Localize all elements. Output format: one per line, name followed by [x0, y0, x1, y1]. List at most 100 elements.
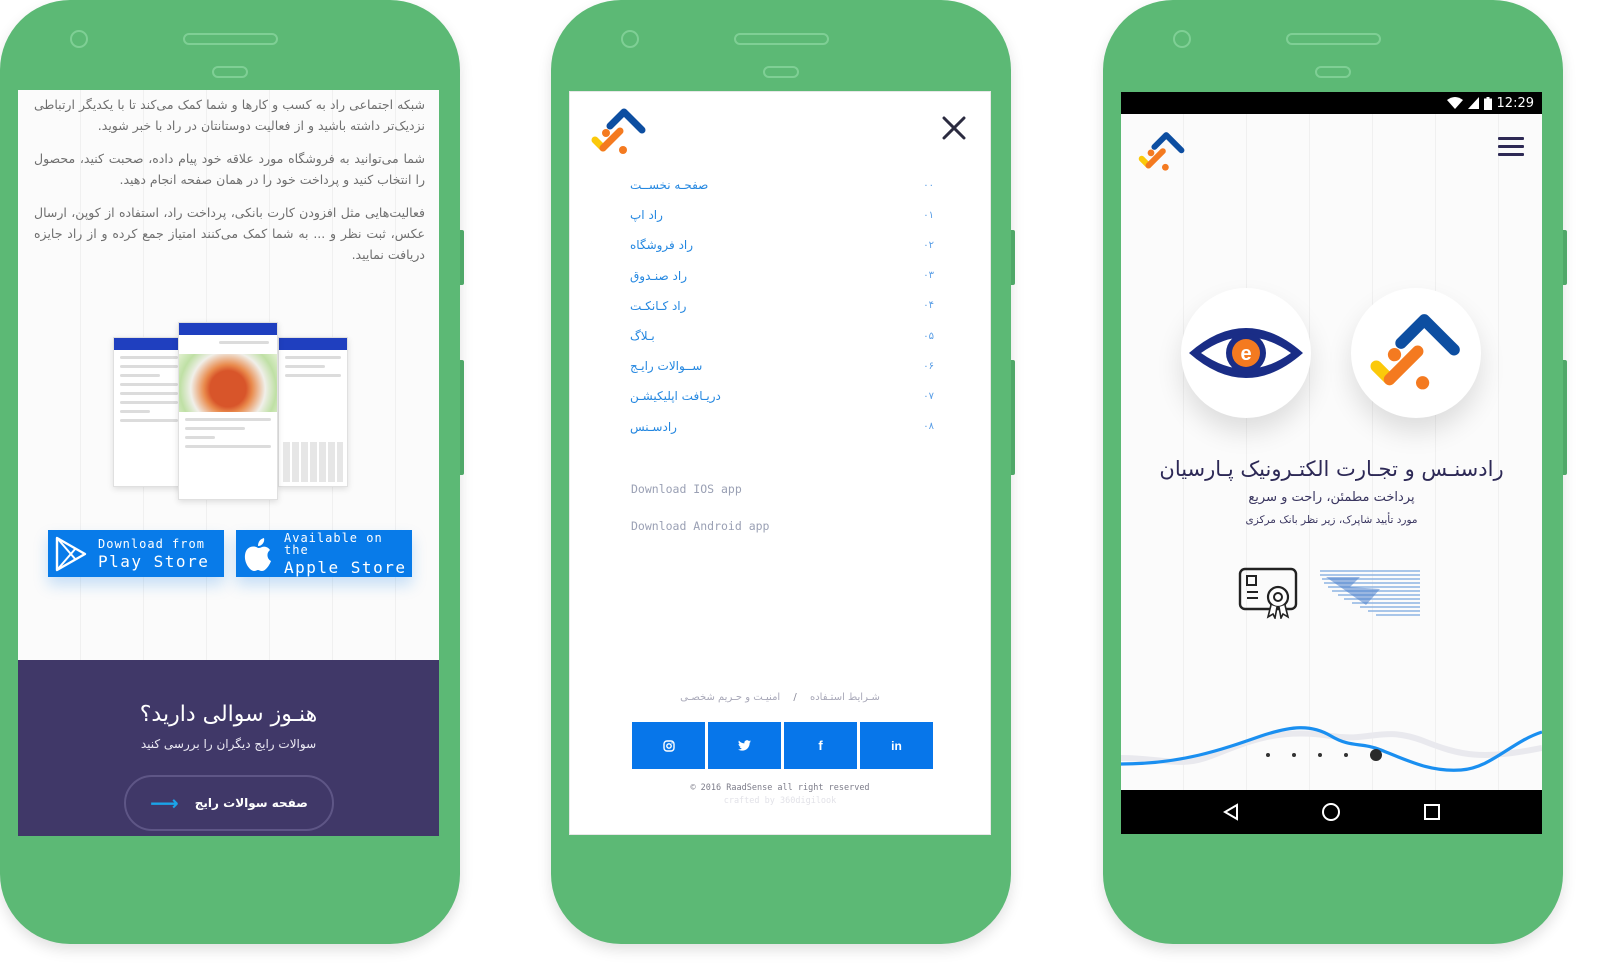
mockup-header — [279, 338, 347, 350]
menu-item-raad-fund[interactable]: راد صنـدوق ۰۳ — [630, 261, 934, 291]
faq-title: هنـوز سوالی دارید؟ — [139, 702, 318, 727]
app-screenshots — [113, 322, 348, 500]
side-button — [1563, 230, 1567, 285]
hero-note: مورد تأیید شاپرک، زیر نظر بانک مرکزی — [1245, 514, 1418, 526]
side-button — [460, 360, 464, 475]
phone-frame-1: شبکه اجتماعی راد به کسب و کارها و شما کم… — [0, 0, 464, 944]
food-image — [179, 354, 277, 412]
status-time: 12:29 — [1496, 95, 1534, 111]
raadsense-logo[interactable] — [1137, 130, 1187, 174]
speaker — [183, 33, 278, 45]
menu-item-raad-connect[interactable]: راد کـانکـت ۰۴ — [630, 291, 934, 321]
navigation-menu-screen: صفحـه نخســت ۰۰ راد اپ ۰۱ راد فروشگاه ۰۲ را… — [570, 92, 990, 834]
mockup-profile — [113, 337, 185, 487]
raadsense-logo[interactable] — [590, 106, 648, 158]
intro-paragraph: شبکه اجتماعی راد به کسب و کارها و شما کم… — [34, 97, 425, 133]
trust-badges — [1238, 567, 1420, 619]
recents-button[interactable] — [1423, 803, 1441, 821]
play-store-button[interactable]: Download from Play Store — [48, 530, 224, 577]
signal-icon — [1467, 97, 1479, 109]
back-triangle-icon — [1222, 803, 1238, 821]
faq-button-label: صفحه سوالات رایج — [194, 796, 308, 810]
shaparak-logo[interactable] — [1320, 569, 1420, 617]
camera — [1173, 30, 1191, 48]
menu-item-raad-app[interactable]: راد اپ ۰۱ — [630, 200, 934, 230]
copyright-text: © 2016 RaadSense all right reserved — [690, 783, 870, 793]
status-bar: 12:29 — [1121, 92, 1542, 114]
camera — [70, 30, 88, 48]
raadsense-circle-logo — [1351, 288, 1481, 418]
apple-store-line2: Apple Store — [284, 557, 407, 577]
mockup-header — [179, 323, 277, 335]
apple-store-button[interactable]: Available on the Apple Store — [236, 530, 412, 577]
legal-links: شـرایط استـفاده / امنیـت و حـریم شخصـی — [570, 692, 990, 703]
parsian-ecommerce-logo: e — [1181, 288, 1311, 418]
raadsense-logo-icon — [1370, 314, 1460, 390]
side-button — [1563, 360, 1567, 475]
slider-dot-active[interactable] — [1370, 749, 1382, 761]
svg-text:e: e — [1240, 343, 1251, 365]
crafted-by-text: crafted by 360digilook — [723, 796, 837, 806]
hamburger-menu-icon[interactable] — [1498, 137, 1524, 157]
facebook-icon: f — [818, 738, 823, 753]
instagram-icon — [662, 739, 675, 752]
phone-frame-2: صفحـه نخســت ۰۰ راد اپ ۰۱ راد فروشگاه ۰۲ را… — [551, 0, 1015, 944]
slider-dot[interactable] — [1318, 753, 1322, 757]
menu-item-home[interactable]: صفحـه نخســت ۰۰ — [630, 170, 934, 200]
terms-link[interactable]: شـرایط استـفاده — [810, 692, 880, 703]
slider-dot[interactable] — [1266, 753, 1270, 757]
facebook-button[interactable]: f — [784, 722, 857, 769]
menu-item-faq[interactable]: ســوالات رایـج ۰۶ — [630, 351, 934, 381]
phone-frame-3: 12:29 e رادسنـس و تجـارت الکتـرونیک پـار… — [1103, 0, 1567, 944]
android-nav-bar — [1121, 790, 1542, 834]
download-android-link[interactable]: Download Android app — [631, 519, 769, 533]
privacy-link[interactable]: امنیـت و حـریم شخصـی — [680, 692, 780, 703]
apple-store-line1: Available on the — [284, 530, 383, 557]
download-ios-link[interactable]: Download IOS app — [631, 482, 742, 496]
faq-page-button[interactable]: صفحه سوالات رایج ⟶ — [124, 775, 334, 831]
battery-icon — [1483, 96, 1492, 110]
menu-item-raad-store[interactable]: راد فروشگاه ۰۲ — [630, 230, 934, 260]
speaker — [1286, 33, 1381, 45]
sensor — [763, 66, 799, 78]
mockup-feed — [178, 322, 278, 500]
mockup-keyboard — [283, 442, 343, 482]
recents-square-icon — [1424, 804, 1441, 820]
eye-e-icon: e — [1189, 328, 1303, 378]
menu-item-download-app[interactable]: دریـافت اپلیکیشـن ۰۷ — [630, 381, 934, 411]
slider-dot[interactable] — [1344, 753, 1348, 757]
close-icon[interactable] — [940, 114, 968, 142]
intro-text: شبکه اجتماعی راد به کسب و کارها و شما کم… — [34, 94, 425, 277]
mockup-header — [114, 338, 184, 350]
menu-item-raadsense[interactable]: رادسـنس ۰۸ — [630, 412, 934, 442]
mockup-chat — [278, 337, 348, 487]
main-menu: صفحـه نخســت ۰۰ راد اپ ۰۱ راد فروشگاه ۰۲ را… — [630, 170, 934, 442]
slider-dot[interactable] — [1292, 753, 1296, 757]
twitter-button[interactable] — [708, 722, 781, 769]
twitter-icon — [738, 740, 751, 751]
back-button[interactable] — [1222, 803, 1240, 821]
menu-item-blog[interactable]: بـلاگ ۰۵ — [630, 321, 934, 351]
home-button[interactable] — [1321, 802, 1341, 822]
hero-subtitle: پرداخت مطمئن، راحت و سریع — [1248, 490, 1415, 505]
play-store-line2: Play Store — [98, 551, 210, 571]
play-store-line1: Download from — [98, 536, 205, 551]
play-store-icon — [55, 536, 87, 571]
linkedin-button[interactable]: in — [860, 722, 933, 769]
hero-title: رادسنـس و تجـارت الکتـرونیک پـارسیان — [1159, 457, 1504, 481]
slider-dots — [1266, 749, 1382, 761]
intro-paragraph: شما می‌توانید به فروشگاه مورد علاقه خود … — [34, 151, 425, 187]
app-intro-screen: شبکه اجتماعی راد به کسب و کارها و شما کم… — [18, 90, 439, 836]
legal-separator: / — [793, 692, 797, 703]
sensor — [1315, 66, 1351, 78]
instagram-button[interactable] — [632, 722, 705, 769]
social-buttons: f in — [632, 722, 933, 769]
side-button — [460, 230, 464, 285]
side-button — [1011, 360, 1015, 475]
speaker — [734, 33, 829, 45]
faq-subtitle: سوالات رایج دیگران را بررسی کنید — [140, 737, 317, 751]
sensor — [212, 66, 248, 78]
linkedin-icon: in — [891, 738, 902, 753]
certificate-icon[interactable] — [1238, 567, 1298, 619]
camera — [621, 30, 639, 48]
